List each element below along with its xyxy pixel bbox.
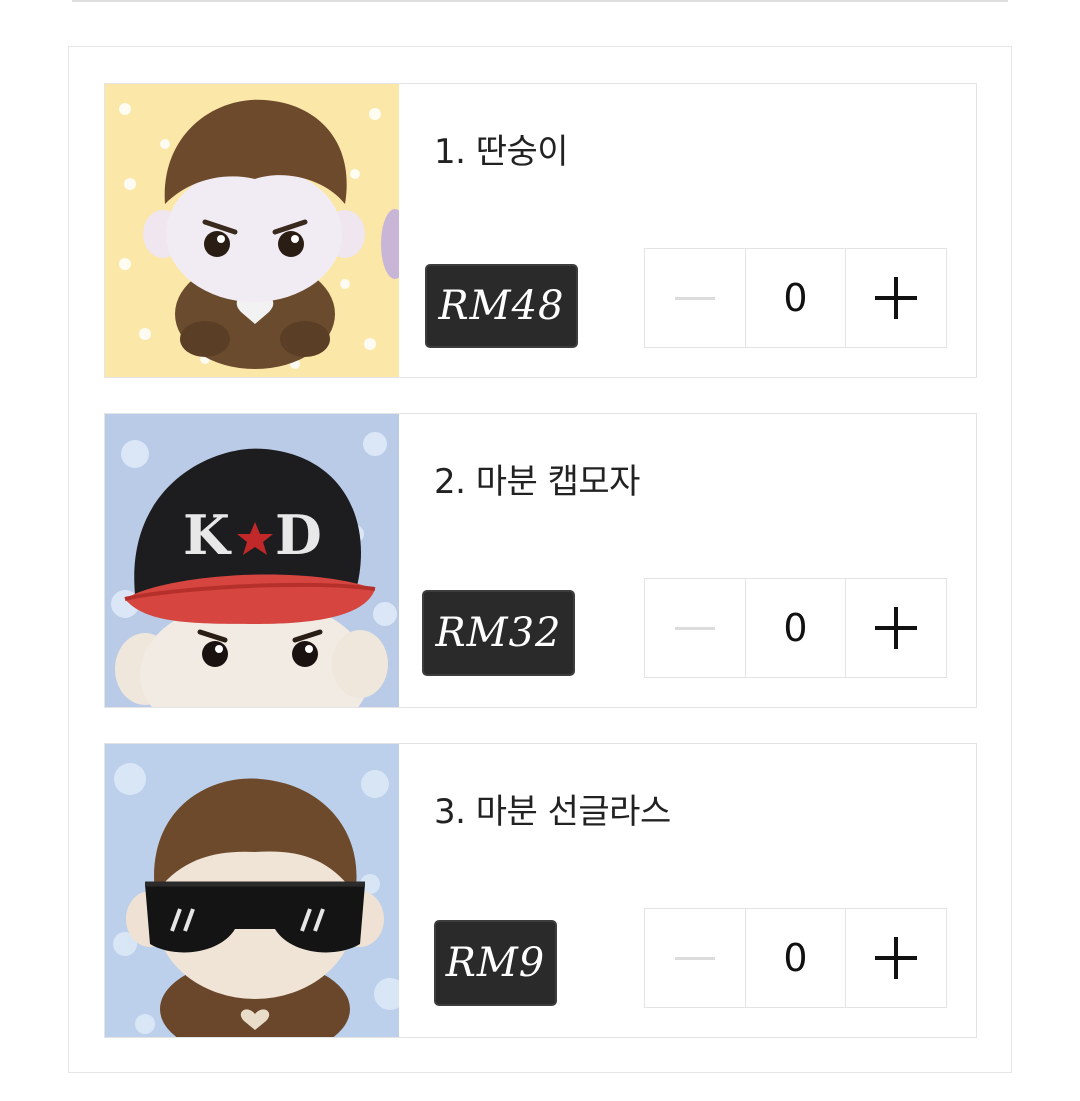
- product-name: 2. 마분 캡모자: [434, 462, 640, 502]
- increase-button[interactable]: [845, 909, 945, 1007]
- product-image-3[interactable]: [105, 744, 399, 1037]
- increase-button[interactable]: [845, 579, 945, 677]
- quantity-stepper-3: 0: [644, 908, 947, 1008]
- svg-text:D: D: [275, 503, 322, 567]
- plush-sunglasses-image: [105, 744, 399, 1037]
- plush-doll-image: [105, 84, 399, 377]
- product-image-2[interactable]: K D: [105, 414, 399, 707]
- product-name: 1. 딴숭이: [434, 132, 569, 172]
- minus-icon: [675, 956, 715, 960]
- svg-text:K: K: [183, 503, 232, 567]
- product-card-3: 3. 마분 선글라스 RM9 0: [104, 743, 977, 1038]
- product-card-1: 1. 딴숭이 RM48 0: [104, 83, 977, 378]
- minus-icon: [675, 296, 715, 300]
- plush-cap-image: K D: [105, 414, 399, 707]
- top-divider: [72, 0, 1008, 2]
- quantity-value[interactable]: 0: [745, 909, 845, 1007]
- increase-button[interactable]: [845, 249, 945, 347]
- minus-icon: [675, 626, 715, 630]
- product-image-1[interactable]: [105, 84, 399, 377]
- decrease-button[interactable]: [645, 579, 745, 677]
- quantity-stepper-2: 0: [644, 578, 947, 678]
- product-option-panel: 1. 딴숭이 RM48 0 K D 2. 마분 캡모자 RM32 0 3. 마분…: [68, 46, 1012, 1073]
- quantity-value[interactable]: 0: [745, 249, 845, 347]
- price-badge: RM32: [422, 590, 575, 676]
- plus-icon: [874, 937, 917, 979]
- decrease-button[interactable]: [645, 249, 745, 347]
- product-card-2: K D 2. 마분 캡모자 RM32 0: [104, 413, 977, 708]
- price-badge: RM48: [425, 264, 578, 348]
- product-name: 3. 마분 선글라스: [434, 792, 671, 832]
- quantity-stepper-1: 0: [644, 248, 947, 348]
- decrease-button[interactable]: [645, 909, 745, 1007]
- plus-icon: [874, 607, 917, 649]
- plus-icon: [874, 277, 917, 319]
- quantity-value[interactable]: 0: [745, 579, 845, 677]
- price-badge: RM9: [434, 920, 557, 1006]
